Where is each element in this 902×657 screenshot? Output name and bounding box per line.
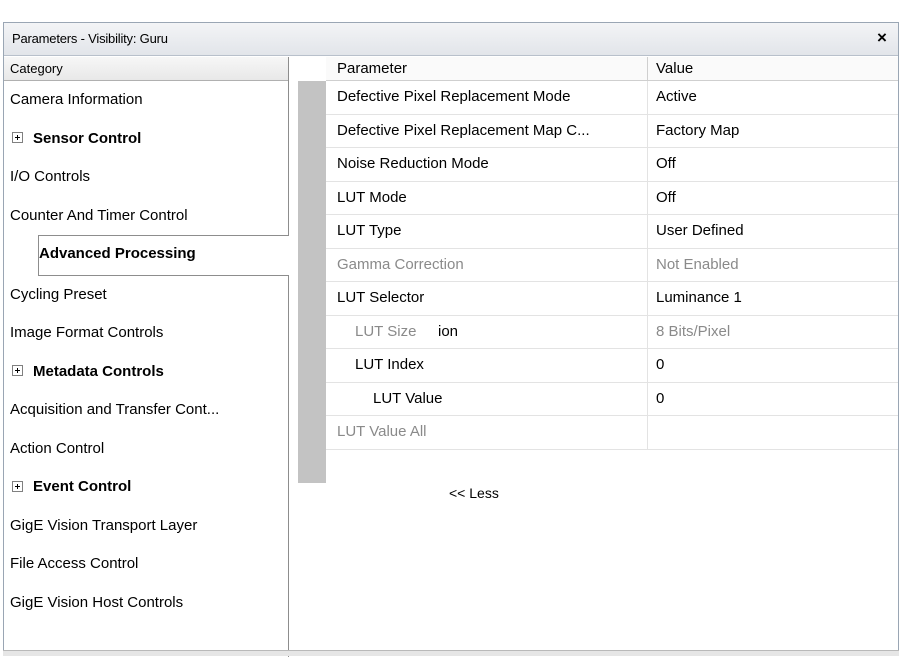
category-item-label: Camera Information (10, 91, 143, 108)
parameter-value[interactable]: Off (656, 155, 676, 172)
expand-plus-icon[interactable] (12, 365, 23, 377)
parameter-rows: Defective Pixel Replacement Mode Active De… (326, 81, 898, 450)
status-bar (3, 650, 899, 656)
parameter-name: LUT Value All (337, 423, 427, 440)
cell-divider (647, 181, 648, 214)
overlay-text-fragment: ion (438, 322, 459, 340)
cell-divider (647, 315, 648, 348)
parameter-row[interactable]: LUT Mode Off (326, 181, 898, 215)
category-item-label: Acquisition and Transfer Cont... (10, 401, 220, 418)
category-item[interactable]: Counter And Timer Control (4, 197, 288, 236)
cell-divider (647, 248, 648, 281)
category-item-label: Counter And Timer Control (10, 206, 188, 224)
cell-divider (647, 382, 648, 415)
cell-divider (647, 114, 648, 147)
cell-divider (647, 81, 648, 114)
window-title: Parameters - Visibility: Guru (12, 31, 168, 46)
row-selector-strip (298, 81, 326, 483)
category-item-label: GigE Vision Host Controls (10, 593, 184, 611)
category-item[interactable]: Acquisition and Transfer Cont... (4, 391, 288, 430)
parameter-value[interactable]: Not Enabled (656, 256, 739, 273)
category-item-label: Event Control (33, 478, 132, 495)
parameter-value[interactable]: Factory Map (656, 122, 739, 139)
close-button[interactable]: × (872, 28, 892, 48)
category-item[interactable]: Event Control (4, 468, 288, 507)
category-item-label: Sensor Control (33, 129, 142, 147)
parameter-row[interactable]: Gamma Correction Not Enabled (326, 248, 898, 282)
parameter-row[interactable]: Defective Pixel Replacement Mode Active (326, 81, 898, 115)
parameter-row[interactable]: Defective Pixel Replacement Map C... Fact… (326, 114, 898, 148)
expand-plus-icon[interactable] (12, 132, 23, 144)
parameter-row[interactable]: LUT Value All (326, 416, 898, 450)
category-item-label: GigE Vision Transport Layer (10, 516, 198, 534)
category-item-label: I/O Controls (10, 168, 91, 185)
category-item[interactable]: Metadata Controls (4, 353, 288, 392)
parameter-name: Noise Reduction Mode (337, 155, 489, 172)
category-item-label: Action Control (10, 439, 105, 457)
category-item[interactable]: I/O Controls (4, 158, 288, 197)
category-item[interactable]: Camera Information (4, 81, 288, 120)
column-header-parameter[interactable]: Parameter (337, 60, 407, 77)
category-item[interactable]: Cycling Preset (4, 276, 288, 315)
parameter-row[interactable]: LUT Selector Luminance 1 (326, 282, 898, 316)
category-item[interactable]: GigE Vision Host Controls (4, 584, 288, 623)
category-item-label: Cycling Preset (10, 285, 107, 303)
category-item-label: Image Format Controls (10, 324, 164, 341)
category-item-label: File Access Control (10, 555, 139, 572)
title-bar[interactable]: Parameters - Visibility: Guru × (4, 23, 898, 56)
less-link[interactable]: << Less (449, 485, 499, 501)
category-item[interactable]: File Access Control (4, 545, 288, 584)
parameter-name: Defective Pixel Replacement Map C... (337, 121, 590, 139)
parameter-name: LUT Selector (337, 289, 425, 306)
parameter-row[interactable]: LUT Index 0 (326, 349, 898, 383)
cell-divider (647, 215, 648, 248)
expand-plus-icon[interactable] (12, 480, 23, 492)
parameter-row[interactable]: LUT Type User Defined (326, 215, 898, 249)
parameter-value[interactable]: 0 (656, 356, 664, 373)
parameter-name: Defective Pixel Replacement Mode (337, 88, 571, 105)
parameter-value[interactable]: User Defined (656, 222, 744, 239)
cell-divider (647, 148, 648, 181)
parameter-name: LUT Index (355, 356, 424, 373)
category-item[interactable]: GigE Vision Transport Layer (4, 507, 288, 546)
parameter-row[interactable]: Noise Reduction Mode Off (326, 148, 898, 182)
category-item-label: Advanced Processing (39, 245, 196, 262)
parameters-window: Parameters - Visibility: Guru × Category… (3, 22, 899, 657)
parameter-value[interactable]: Off (656, 189, 676, 206)
parameter-value[interactable]: 8 Bits/Pixel (656, 323, 730, 340)
cell-divider (647, 416, 648, 449)
column-divider[interactable] (647, 57, 648, 81)
parameter-row[interactable]: LUT Value 0 (326, 382, 898, 416)
category-item[interactable]: Image Format Controls (4, 314, 288, 353)
parameter-name: Gamma Correction (337, 255, 464, 273)
parameter-name: LUT Type (337, 222, 402, 239)
grid-header: Parameter Value (326, 57, 898, 81)
parameter-value[interactable]: 0 (656, 390, 664, 407)
parameter-value[interactable]: Luminance 1 (656, 289, 742, 306)
category-list: Camera Information Sensor Control I/O Cont… (4, 81, 289, 623)
column-header-value[interactable]: Value (656, 60, 693, 77)
category-item-label: Metadata Controls (33, 362, 164, 380)
category-panel: Category Camera Information Sensor Contro… (4, 57, 289, 657)
parameter-row[interactable]: LUT Size 8 Bits/Pixel ion (326, 315, 898, 349)
parameter-value[interactable]: Active (656, 88, 697, 105)
cell-divider (647, 282, 648, 315)
parameter-panel: Parameter Value Defective Pixel Replacem… (289, 57, 898, 657)
category-item[interactable]: Sensor Control (4, 120, 288, 159)
parameter-name: LUT Value (373, 389, 443, 407)
category-item[interactable]: Advanced Processing (38, 235, 289, 276)
category-item[interactable]: Action Control (4, 430, 288, 469)
cell-divider (647, 349, 648, 382)
category-header[interactable]: Category (4, 57, 288, 81)
parameter-name: LUT Mode (337, 188, 407, 206)
parameter-name: LUT Size (355, 322, 417, 340)
